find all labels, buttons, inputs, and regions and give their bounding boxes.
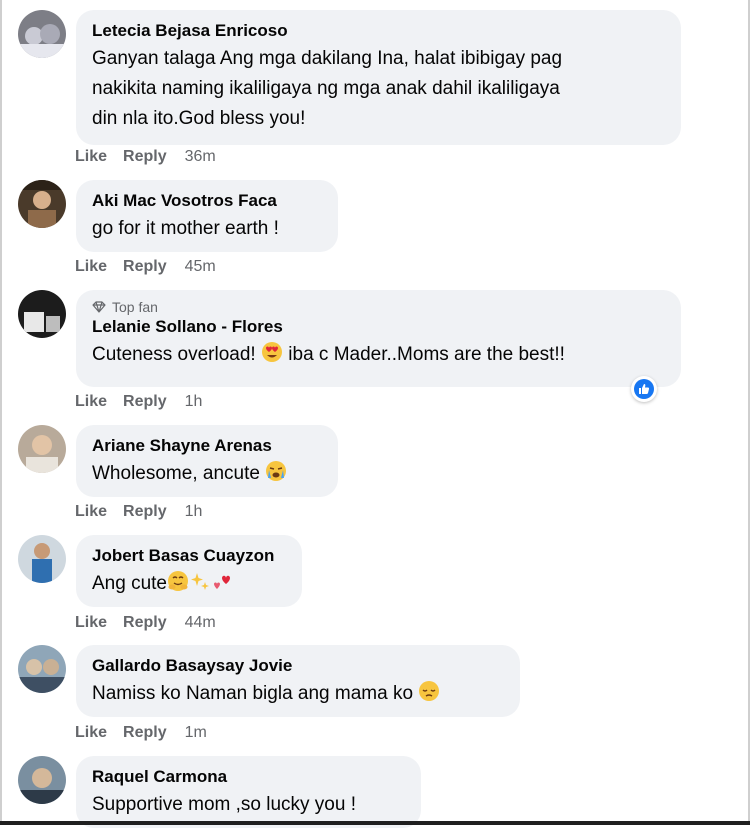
- avatar[interactable]: [18, 425, 66, 473]
- comment-timestamp[interactable]: 44m: [185, 614, 216, 631]
- crying-face-emoji-icon: [265, 460, 287, 492]
- comment-bubble: Letecia Bejasa Enricoso Ganyan talaga An…: [76, 10, 681, 145]
- comment-actions: Like Reply 45m: [75, 258, 216, 276]
- like-button[interactable]: Like: [75, 148, 107, 165]
- comment-text-part: Wholesome, ancute: [92, 463, 260, 484]
- comment-text-line: Ganyan talaga Ang mga dakilang Ina, hala…: [92, 48, 563, 69]
- sparkles-emoji-icon: [189, 570, 211, 602]
- reply-button[interactable]: Reply: [123, 258, 167, 275]
- avatar[interactable]: [18, 535, 66, 583]
- comment-author[interactable]: Letecia Bejasa Enricoso: [92, 20, 665, 42]
- comment-author[interactable]: Ariane Shayne Arenas: [92, 435, 322, 457]
- avatar[interactable]: [18, 756, 66, 804]
- comment-text: Wholesome, ancute: [92, 459, 322, 492]
- reaction-badge[interactable]: [631, 376, 657, 402]
- reply-button[interactable]: Reply: [123, 614, 167, 631]
- like-button[interactable]: Like: [75, 258, 107, 275]
- comment-author[interactable]: Aki Mac Vosotros Faca: [92, 190, 322, 212]
- window-border-left: [0, 0, 2, 825]
- comment-timestamp[interactable]: 1h: [185, 503, 203, 520]
- comment-text: Namiss ko Naman bigla ang mama ko: [92, 679, 504, 712]
- comment-text: Cuteness overload! iba c Mader..Moms are…: [92, 340, 665, 373]
- comment-bubble: Top fan Lelanie Sollano - Flores Cutenes…: [76, 290, 681, 387]
- hugging-face-emoji-icon: [167, 570, 189, 602]
- reply-button[interactable]: Reply: [123, 148, 167, 165]
- two-hearts-emoji-icon: [211, 570, 233, 602]
- comment-author[interactable]: Lelanie Sollano - Flores: [92, 316, 665, 338]
- comment-text-part: iba c Mader..Moms are the best!!: [288, 344, 565, 365]
- comment-author[interactable]: Jobert Basas Cuayzon: [92, 545, 286, 567]
- diamond-icon: [92, 301, 106, 313]
- like-button[interactable]: Like: [75, 503, 107, 520]
- comment-actions: Like Reply 44m: [75, 614, 216, 632]
- comment-author[interactable]: Gallardo Basaysay Jovie: [92, 655, 504, 677]
- comment-text: Supportive mom ,so lucky you !: [92, 794, 356, 815]
- comment-actions: Like Reply 1m: [75, 724, 207, 742]
- comment-actions: Like Reply 1h: [75, 503, 202, 521]
- avatar[interactable]: [18, 645, 66, 693]
- comment-actions: Like Reply 36m: [75, 148, 216, 166]
- comment-author[interactable]: Raquel Carmona: [92, 766, 405, 788]
- reply-button[interactable]: Reply: [123, 503, 167, 520]
- comment-actions: Like Reply 1h: [75, 393, 202, 411]
- comment-text: Ang cute: [92, 569, 286, 602]
- comment-bubble: Gallardo Basaysay Jovie Namiss ko Naman …: [76, 645, 520, 717]
- like-button[interactable]: Like: [75, 724, 107, 741]
- thumbs-up-icon: [634, 379, 654, 399]
- comment-text-line: nakikita naming ikaliligaya ng mga anak …: [92, 78, 560, 99]
- comment-timestamp[interactable]: 1h: [185, 393, 203, 410]
- avatar[interactable]: [18, 180, 66, 228]
- window-border-bottom: [0, 821, 750, 825]
- comment-timestamp[interactable]: 45m: [185, 258, 216, 275]
- top-fan-label: Top fan: [112, 299, 158, 315]
- avatar[interactable]: [18, 290, 66, 338]
- top-fan-badge: Top fan: [92, 298, 665, 316]
- like-button[interactable]: Like: [75, 393, 107, 410]
- comment-text-part: Cuteness overload!: [92, 344, 256, 365]
- comment-timestamp[interactable]: 1m: [185, 724, 207, 741]
- heart-eyes-emoji-icon: [261, 341, 283, 373]
- reply-button[interactable]: Reply: [123, 393, 167, 410]
- reply-button[interactable]: Reply: [123, 724, 167, 741]
- comment-text-line: din nla ito.God bless you!: [92, 108, 306, 129]
- comment-bubble: Aki Mac Vosotros Faca go for it mother e…: [76, 180, 338, 252]
- comment-text: Ganyan talaga Ang mga dakilang Ina, hala…: [92, 44, 665, 134]
- comment-bubble: Ariane Shayne Arenas Wholesome, ancute: [76, 425, 338, 497]
- comment-bubble: Raquel Carmona Supportive mom ,so lucky …: [76, 756, 421, 828]
- avatar[interactable]: [18, 10, 66, 58]
- like-button[interactable]: Like: [75, 614, 107, 631]
- pensive-face-emoji-icon: [418, 680, 440, 712]
- comment-timestamp[interactable]: 36m: [185, 148, 216, 165]
- comment-text: go for it mother earth !: [92, 218, 279, 239]
- comment-text-part: Namiss ko Naman bigla ang mama ko: [92, 683, 414, 704]
- comment-text-part: Ang cute: [92, 573, 167, 594]
- comment-bubble: Jobert Basas Cuayzon Ang cute: [76, 535, 302, 607]
